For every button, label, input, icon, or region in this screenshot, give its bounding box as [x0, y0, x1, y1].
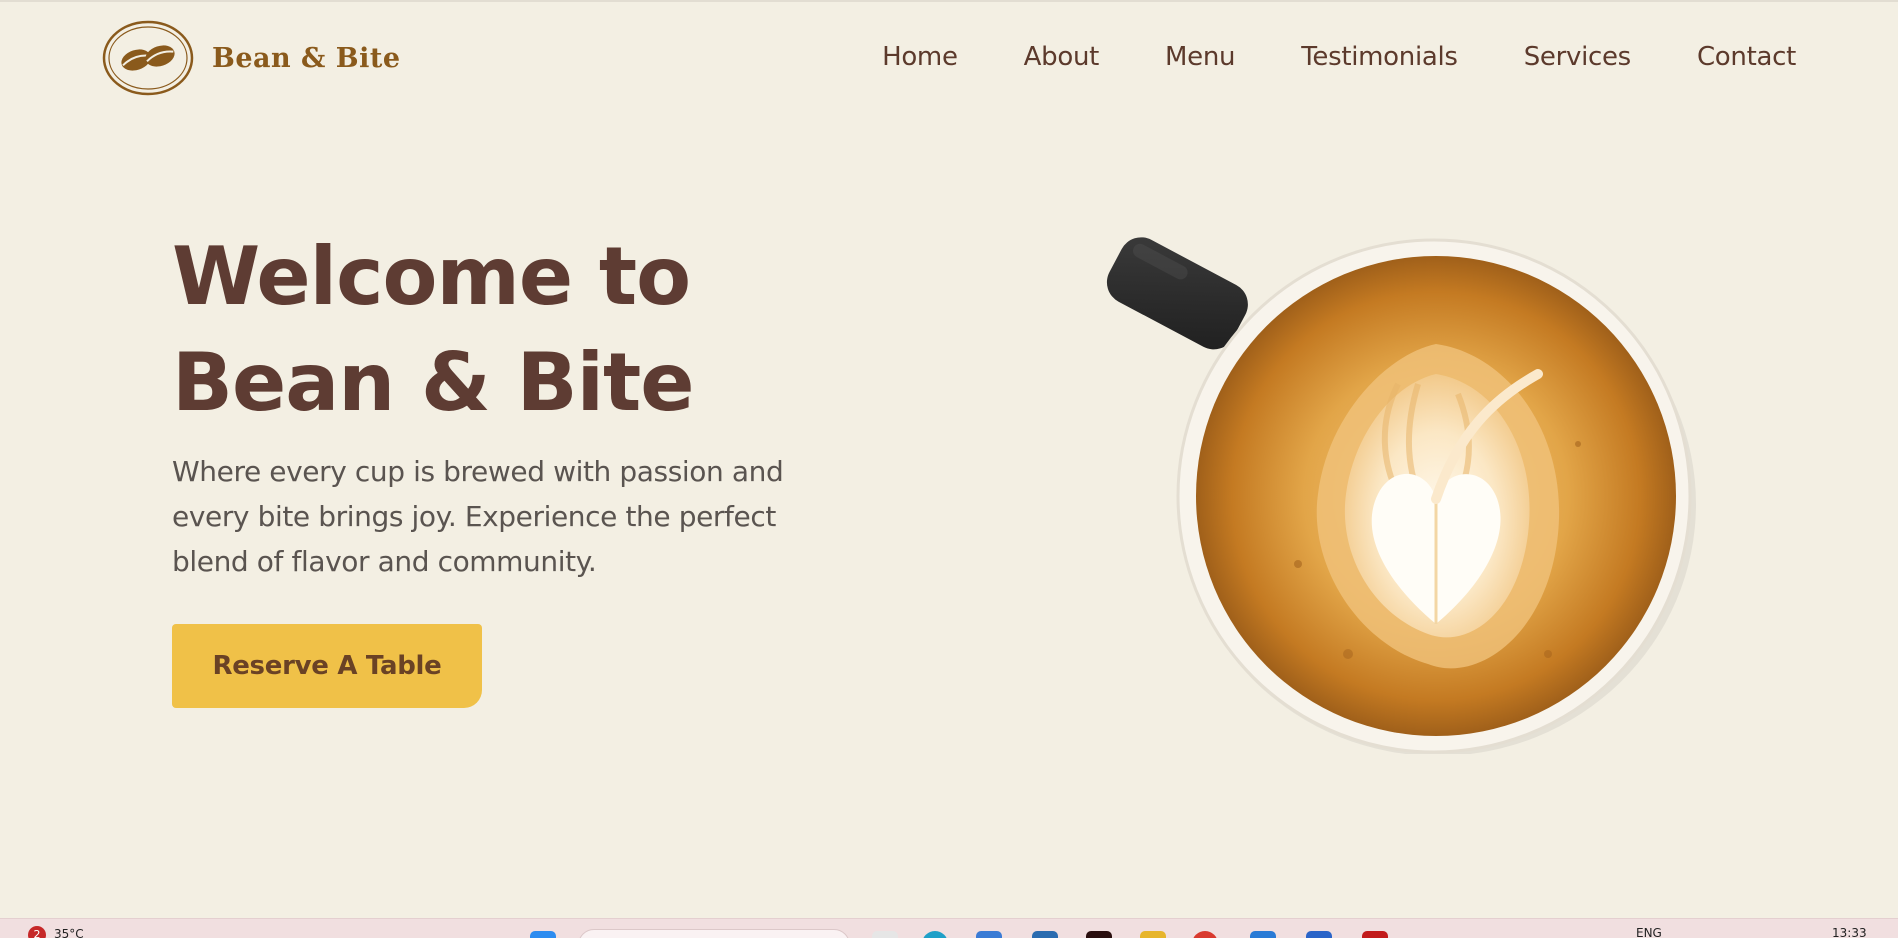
app-icon[interactable] — [1086, 931, 1112, 938]
nav-link-contact[interactable]: Contact — [1697, 42, 1796, 72]
reserve-table-button[interactable]: Reserve A Table — [172, 624, 482, 708]
brand-name: Bean & Bite — [212, 42, 401, 74]
weather-widget[interactable]: 2 35°C — [28, 919, 84, 938]
brand-logo-link[interactable]: Bean & Bite — [102, 20, 401, 96]
latte-cup-image — [1106, 237, 1696, 754]
nav-link-menu[interactable]: Menu — [1165, 42, 1235, 72]
main-navigation: Home About Menu Testimonials Services Co… — [816, 42, 1796, 72]
site-header: Bean & Bite Home About Menu Testimonials… — [0, 2, 1898, 120]
hero-title: Welcome to Bean & Bite — [172, 224, 695, 436]
nav-link-services[interactable]: Services — [1524, 42, 1632, 72]
taskbar-search-box[interactable] — [578, 929, 850, 938]
clock[interactable]: 13:33 — [1832, 926, 1867, 938]
acrobat-icon[interactable] — [1362, 931, 1388, 938]
nav-link-home[interactable]: Home — [882, 42, 958, 72]
edge-icon[interactable] — [922, 931, 948, 938]
hero-title-line-1: Welcome to — [172, 230, 691, 323]
hero-description: Where every cup is brewed with passion a… — [172, 455, 784, 578]
nav-link-testimonials[interactable]: Testimonials — [1301, 42, 1458, 72]
folder-icon[interactable] — [1140, 931, 1166, 938]
copilot-icon[interactable] — [976, 931, 1002, 938]
file-icon[interactable] — [872, 931, 898, 938]
page: Bean & Bite Home About Menu Testimonials… — [0, 0, 1898, 938]
coffee-bean-logo-icon — [102, 20, 194, 96]
language-indicator[interactable]: ENG — [1636, 926, 1662, 938]
hero-title-line-2: Bean & Bite — [172, 336, 695, 429]
chrome-icon[interactable] — [1192, 931, 1218, 938]
store-icon[interactable] — [1032, 931, 1058, 938]
word-icon[interactable] — [1306, 931, 1332, 938]
vscode-icon[interactable] — [1250, 931, 1276, 938]
windows-start-icon[interactable] — [530, 931, 556, 938]
temperature-label: 35°C — [54, 927, 84, 938]
notification-badge: 2 — [28, 926, 46, 938]
nav-link-about[interactable]: About — [1024, 42, 1100, 72]
os-taskbar: 2 35°C ENG 13:33 — [0, 918, 1898, 938]
